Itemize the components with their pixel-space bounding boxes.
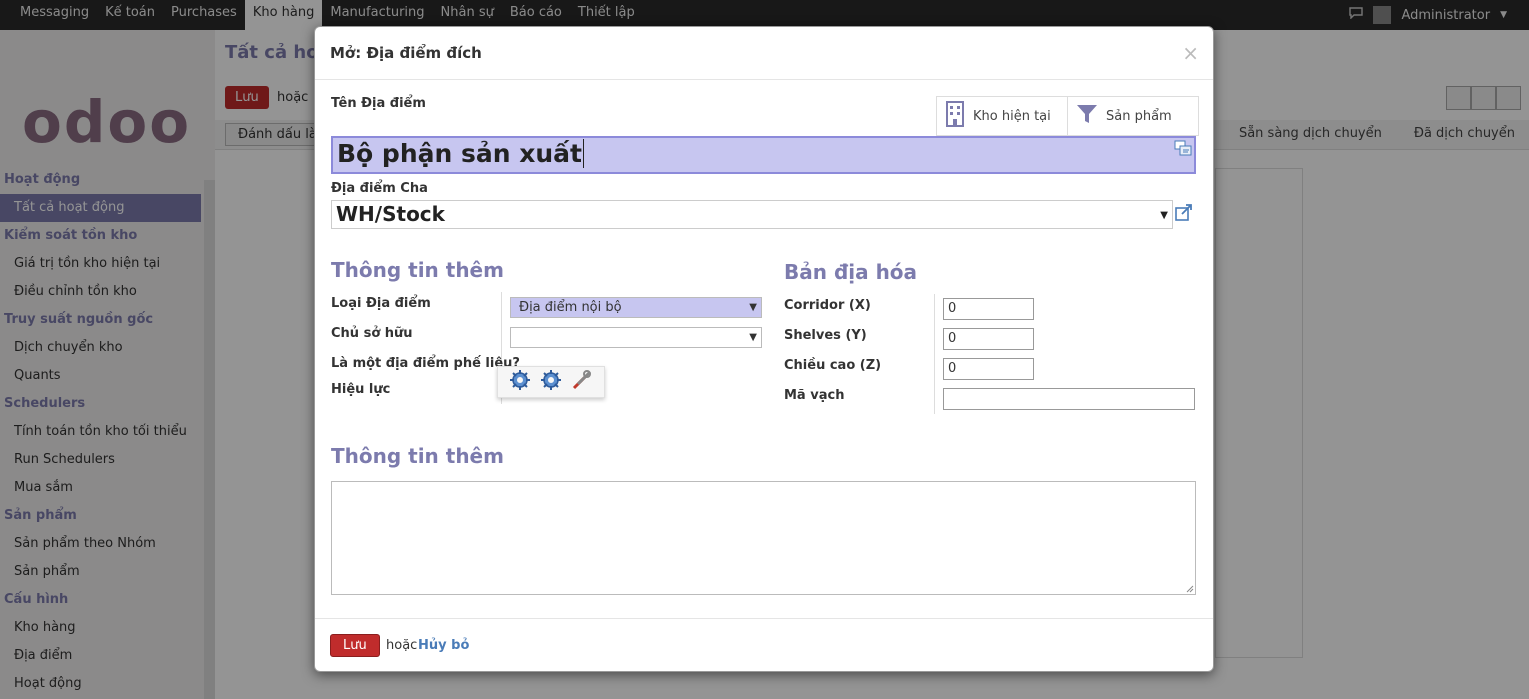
- barcode-label: Mã vạch: [784, 388, 845, 403]
- dropdown-arrow-icon[interactable]: ▼: [749, 328, 757, 347]
- close-icon[interactable]: ×: [1182, 41, 1199, 65]
- filter-icon: [1076, 103, 1098, 129]
- debug-toolbar: [497, 366, 605, 398]
- location-type-value: Địa điểm nội bộ: [519, 300, 622, 315]
- modal-body: Tên Địa điểm Kho hiện tại Sản phẩm Bộ ph…: [315, 81, 1213, 618]
- products-label: Sản phẩm: [1106, 108, 1172, 124]
- owner-label: Chủ sở hữu: [331, 326, 413, 341]
- height-label: Chiều cao (Z): [784, 358, 882, 373]
- building-icon: [945, 101, 965, 131]
- modal-title: Mở: Địa điểm đích: [330, 44, 482, 62]
- localization-heading: Bản địa hóa: [784, 260, 918, 284]
- owner-select[interactable]: ▼: [510, 327, 762, 348]
- current-stock-button[interactable]: Kho hiện tại: [937, 97, 1068, 135]
- gear-icon[interactable]: [540, 369, 562, 395]
- external-link-icon[interactable]: [1175, 203, 1193, 221]
- translate-icon[interactable]: [1174, 140, 1192, 156]
- location-name-input[interactable]: Bộ phận sản xuất: [331, 136, 1196, 174]
- location-name-label: Tên Địa điểm: [331, 96, 426, 111]
- modal-footer: Lưu hoặc Hủy bỏ: [315, 618, 1213, 672]
- shelves-label: Shelves (Y): [784, 328, 867, 343]
- or-label: hoặc: [386, 638, 418, 653]
- notes-heading: Thông tin thêm: [331, 444, 504, 468]
- resize-handle-icon[interactable]: [1186, 585, 1194, 593]
- corridor-input[interactable]: 0: [943, 298, 1034, 320]
- corridor-label: Corridor (X): [784, 298, 871, 313]
- scrap-location-label: Là một địa điểm phế liệu?: [331, 356, 520, 371]
- parent-location-label: Địa điểm Cha: [331, 181, 428, 196]
- barcode-input[interactable]: [943, 388, 1195, 410]
- divider: [934, 294, 935, 414]
- parent-location-select[interactable]: WH/Stock ▼: [331, 200, 1173, 229]
- dropdown-arrow-icon[interactable]: ▼: [1160, 202, 1168, 229]
- cancel-link[interactable]: Hủy bỏ: [418, 638, 469, 653]
- height-input[interactable]: 0: [943, 358, 1034, 380]
- active-label: Hiệu lực: [331, 382, 391, 397]
- parent-location-value: WH/Stock: [336, 202, 445, 226]
- tools-icon[interactable]: [571, 369, 593, 395]
- stat-buttons: Kho hiện tại Sản phẩm: [936, 96, 1199, 136]
- location-dialog: Mở: Địa điểm đích × Tên Địa điểm Kho hiệ…: [314, 26, 1214, 672]
- dropdown-arrow-icon[interactable]: ▼: [749, 298, 757, 317]
- notes-textarea[interactable]: [331, 481, 1196, 595]
- products-button[interactable]: Sản phẩm: [1068, 97, 1198, 135]
- additional-info-heading: Thông tin thêm: [331, 258, 504, 282]
- gear-icon[interactable]: [509, 369, 531, 395]
- shelves-input[interactable]: 0: [943, 328, 1034, 350]
- modal-header: Mở: Địa điểm đích ×: [315, 27, 1213, 80]
- dialog-save-button[interactable]: Lưu: [330, 634, 380, 657]
- location-type-label: Loại Địa điểm: [331, 296, 431, 311]
- current-stock-label: Kho hiện tại: [973, 108, 1051, 124]
- location-name-value: Bộ phận sản xuất: [337, 139, 582, 168]
- location-type-select[interactable]: Địa điểm nội bộ ▼: [510, 297, 762, 318]
